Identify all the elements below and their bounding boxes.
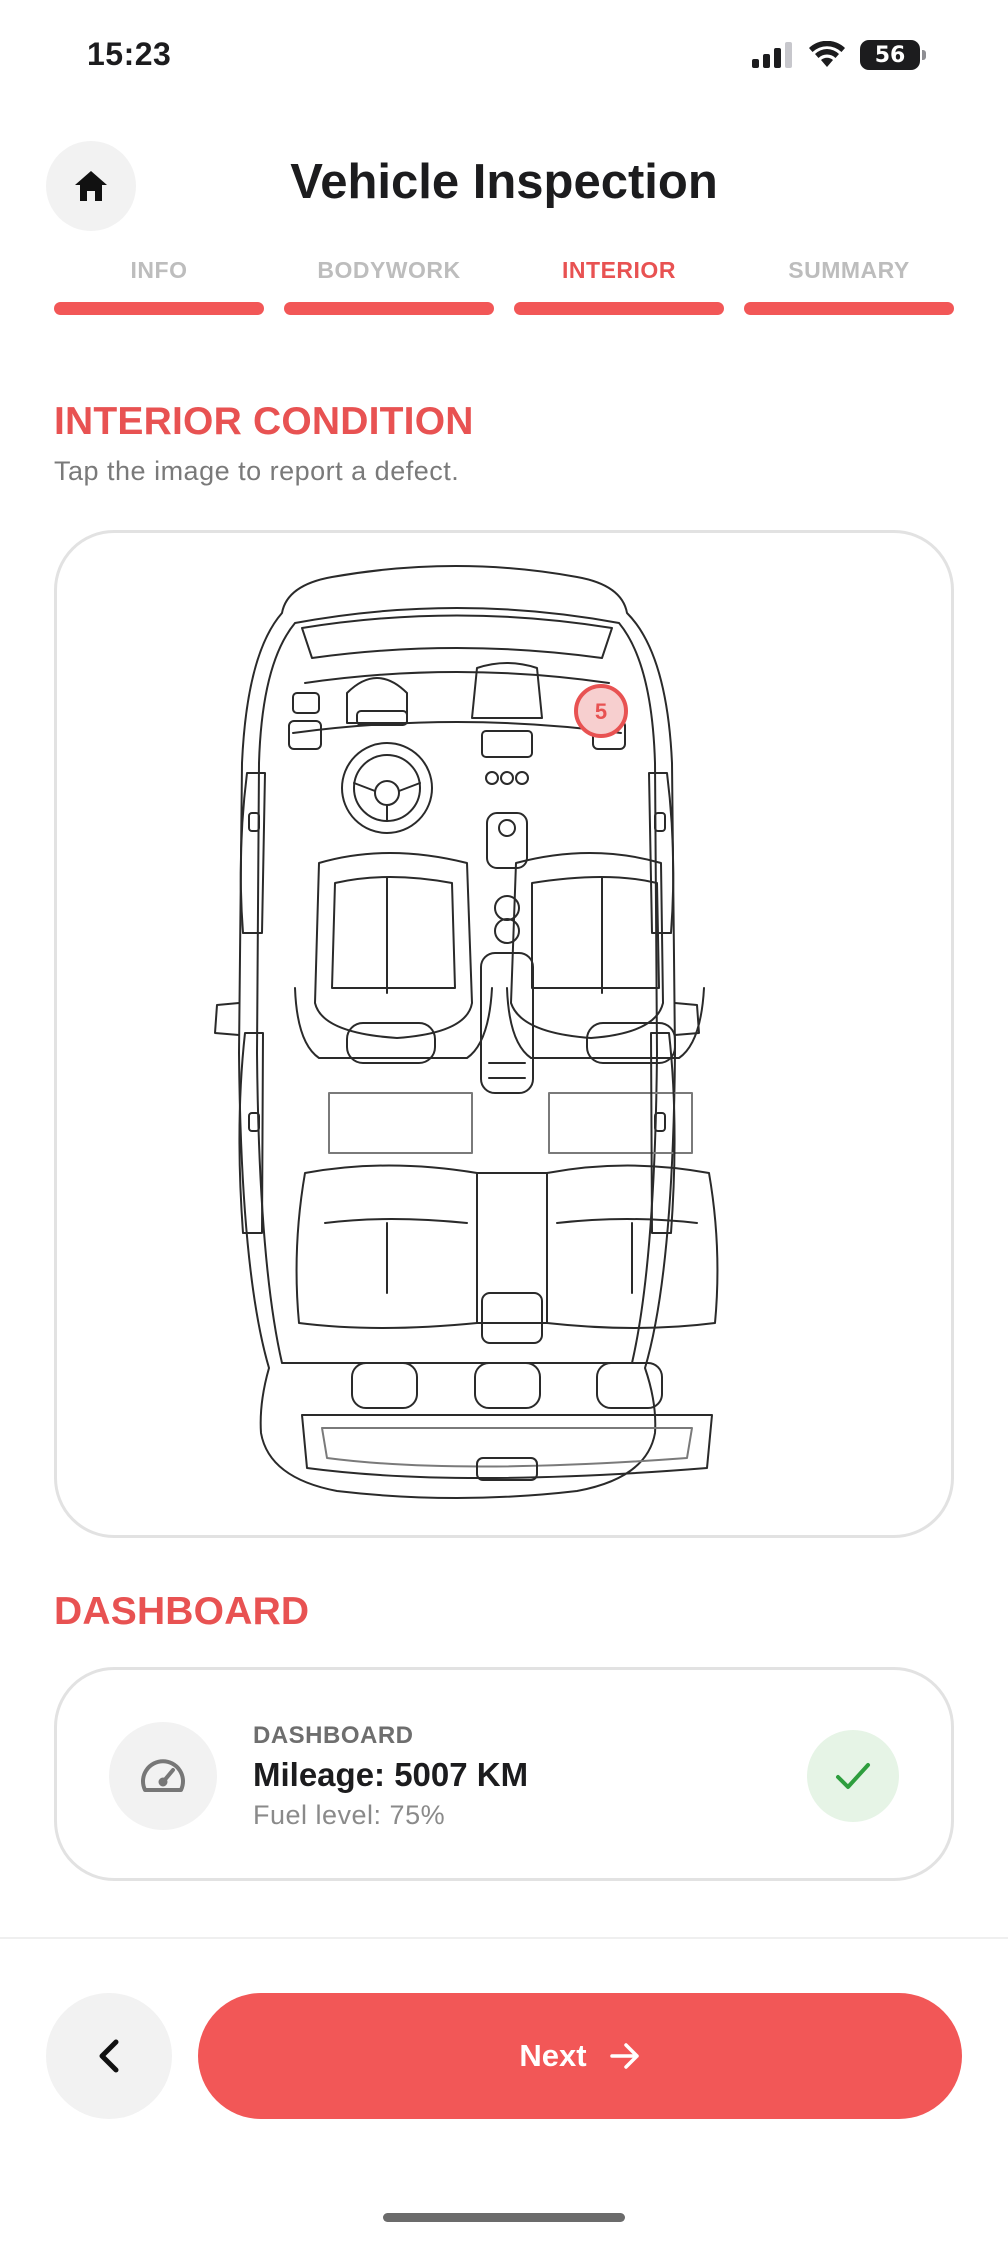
speedometer-icon [141,1759,185,1792]
dashboard-mileage: Mileage: 5007 KM [253,1756,529,1793]
arrow-right-icon [609,2043,639,2069]
battery-icon: 56 [860,40,926,70]
status-icons: 56 [752,40,926,70]
home-indicator [383,2213,625,2222]
step-bodywork[interactable]: BODYWORK [284,252,494,315]
step-label: INFO [130,257,188,283]
interior-diagram-card[interactable]: 5 [54,530,954,1538]
dashboard-card-label: DASHBOARD [253,1722,414,1749]
page-title: Vehicle Inspection [290,155,718,209]
defect-marker-number: 5 [595,699,607,724]
status-time: 15:23 [87,36,172,72]
step-bar [744,302,954,315]
chevron-left-icon [99,2039,119,2073]
progress-stepper: INFO BODYWORK INTERIOR SUMMARY [54,252,954,315]
step-bar [284,302,494,315]
step-label: INTERIOR [562,257,676,283]
step-info[interactable]: INFO [54,252,264,315]
check-icon [836,1763,870,1789]
step-label: BODYWORK [317,257,461,283]
back-button[interactable] [46,1993,172,2119]
interior-section-title: INTERIOR CONDITION [54,400,474,443]
interior-section-subtitle: Tap the image to report a defect. [54,456,460,486]
step-bar [514,302,724,315]
dashboard-section-title: DASHBOARD [54,1590,310,1633]
next-button-label: Next [519,2038,587,2073]
wifi-icon [809,41,845,67]
dashboard-icon-container [109,1722,217,1830]
step-label: SUMMARY [788,257,910,283]
dashboard-fuel-level: Fuel level: 75% [253,1800,446,1830]
status-bar: 15:23 56 [0,0,1008,110]
defect-marker[interactable]: 5 [574,684,628,738]
signal-icon [752,42,792,68]
dashboard-card[interactable]: DASHBOARD Mileage: 5007 KM Fuel level: 7… [54,1667,954,1881]
dashboard-status [807,1730,899,1822]
next-button[interactable]: Next [198,1993,962,2119]
battery-level: 56 [874,42,906,68]
step-summary[interactable]: SUMMARY [744,252,954,315]
footer-divider [0,1937,1008,1939]
step-interior[interactable]: INTERIOR [514,252,724,315]
step-bar [54,302,264,315]
car-interior-diagram[interactable]: 5 [57,533,954,1538]
